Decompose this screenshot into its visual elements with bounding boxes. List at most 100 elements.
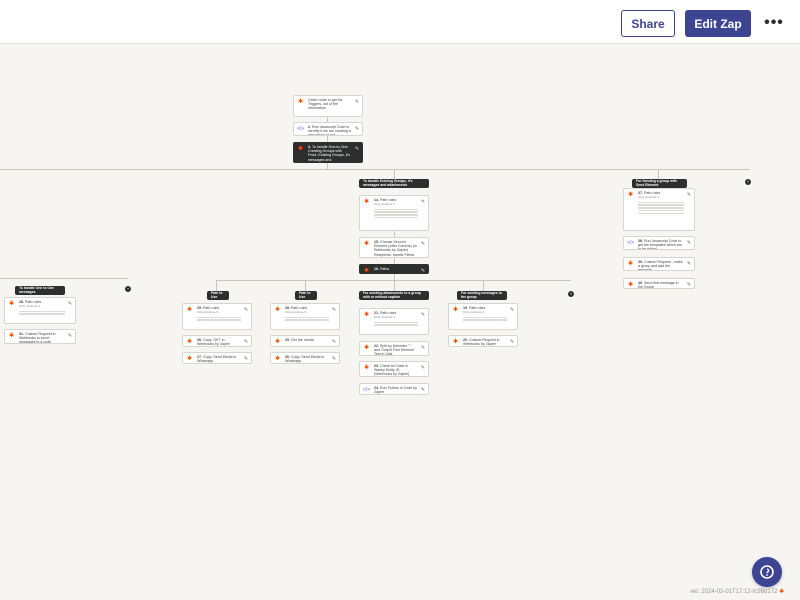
step-custom-request[interactable]: ✱ 20. Custom Request in Webhooks by Zapi… <box>448 335 518 347</box>
step-webhook-get[interactable]: ✱ 26. Copy: GET in Webhooks by Zapier ✎ <box>182 335 252 347</box>
edit-pencil-icon[interactable]: ✎ <box>420 345 426 351</box>
edit-pencil-icon[interactable]: ✎ <box>354 126 360 132</box>
help-chat-button[interactable] <box>752 557 782 587</box>
connector <box>658 169 659 179</box>
more-options-button[interactable]: ••• <box>763 13 785 33</box>
step-title: Custom Request in Webhooks by Zapier <box>463 338 500 347</box>
edit-pencil-icon[interactable]: ✎ <box>686 261 692 267</box>
edit-pencil-icon[interactable]: ✎ <box>420 312 426 318</box>
path-label-4: For sending messages to the group <box>457 291 507 300</box>
rule-lines <box>197 316 241 321</box>
step-title: Run Javascript Code to get the templates… <box>638 239 682 250</box>
rule-lines <box>374 321 418 326</box>
step-run-python[interactable]: </> 24. Run Python in Code by Zapier ✎ <box>359 383 429 395</box>
edit-pencil-icon[interactable]: ✎ <box>686 282 692 288</box>
step-title: Split by Delimiter "-" and Output First … <box>374 344 414 356</box>
step-path-rules[interactable]: ✱ 37. Path rules Only continue if... ✎ <box>623 188 695 231</box>
step-path-rules[interactable]: ✱ 25. Path rules Only continue if... ✎ <box>182 303 252 330</box>
step-catch-hook[interactable]: ✱ Catch route to get the Triggers, out o… <box>293 95 363 117</box>
path-label-center: To handle Existing Groups, it's messages… <box>359 179 429 188</box>
connector <box>305 280 306 291</box>
edit-pencil-icon[interactable]: ✎ <box>420 387 426 393</box>
code-icon: </> <box>627 240 635 246</box>
edit-pencil-icon[interactable]: ✎ <box>354 99 360 105</box>
share-button[interactable]: Share <box>621 10 675 37</box>
edit-pencil-icon[interactable]: ✎ <box>331 307 337 313</box>
step-main-paths[interactable]: ✱ 3. To handle One-to-One, Creating Grou… <box>293 142 363 163</box>
step-send-media[interactable]: ✱ 27. Copy: Send Media in Whatsapp ✎ <box>182 352 252 364</box>
add-step-dot[interactable]: + <box>568 291 574 297</box>
step-run-javascript[interactable]: </> 38. Run Javascript Code to get the t… <box>623 236 695 250</box>
paths-icon: ✱ <box>363 268 370 274</box>
edit-pencil-icon[interactable]: ✎ <box>243 307 249 313</box>
add-step-dot[interactable]: + <box>125 286 131 292</box>
step-number: 29. <box>285 338 290 342</box>
step-subtitle: Only continue if... <box>19 304 43 309</box>
paths-icon: ✱ <box>297 146 304 152</box>
edit-pencil-icon[interactable]: ✎ <box>509 307 515 313</box>
step-check-data[interactable]: ✱ 23. Check for Data in Wasby Entity ID … <box>359 361 429 377</box>
path-label-3: For sending attachments to a group with … <box>359 291 429 300</box>
step-subtitle: Only continue if... <box>285 310 309 315</box>
filter-icon: ✱ <box>274 307 281 313</box>
filter-icon: ✱ <box>452 307 459 313</box>
step-title: Send first message in the Group <box>638 281 679 289</box>
step-custom-request[interactable]: ✱ 39. Custom Request - make a group and … <box>623 257 695 271</box>
rule-lines <box>374 208 418 219</box>
filter-icon: ✱ <box>186 307 193 313</box>
add-step-dot[interactable]: + <box>745 179 751 185</box>
edit-pencil-icon[interactable]: ✎ <box>243 356 249 362</box>
step-send-first-message[interactable]: ✱ 40. Send first message in the Group ✎ <box>623 278 695 289</box>
step-send-media[interactable]: ✱ 30. Copy: Send Media in Whatsapp ✎ <box>270 352 340 364</box>
step-paths[interactable]: ✱ 16. Paths ✎ <box>359 264 429 274</box>
step-custom-request[interactable]: ✱ 31. Custom Request in Webhooks to send… <box>4 329 76 344</box>
path-label-left: To handle One to One messages <box>15 286 65 295</box>
step-path-rules[interactable]: ✱ 21. Path rules Only continue if... ✎ <box>359 308 429 335</box>
connector <box>0 278 128 279</box>
zapier-bolt-icon: ✱ <box>297 99 304 105</box>
step-title: Paths <box>380 267 390 271</box>
webhook-icon: ✱ <box>8 333 15 339</box>
edit-pencil-icon[interactable]: ✎ <box>686 192 692 198</box>
edit-pencil-icon[interactable]: ✎ <box>67 333 73 339</box>
step-path-rules[interactable]: ✱ 19. Path rules Only continue if... ✎ <box>448 303 518 330</box>
edit-pencil-icon[interactable]: ✎ <box>420 268 426 273</box>
edit-pencil-icon[interactable]: ✎ <box>509 339 515 345</box>
filter-icon: ✱ <box>363 199 370 205</box>
connector <box>394 169 395 179</box>
edit-pencil-icon[interactable]: ✎ <box>420 241 426 247</box>
edit-pencil-icon[interactable]: ✎ <box>686 240 692 246</box>
step-title: Choose Second Element (After Comma) (in … <box>374 240 417 257</box>
webhook-icon: ✱ <box>274 339 281 345</box>
step-get-media[interactable]: ✱ 29. Get the media ✎ <box>270 335 340 347</box>
step-subtitle: Only continue if... <box>638 195 662 200</box>
filter-icon: ✱ <box>363 312 370 318</box>
connector <box>483 280 484 291</box>
step-title: Custom Request in Webhooks to send messa… <box>19 332 56 344</box>
edit-zap-button[interactable]: Edit Zap <box>685 10 751 37</box>
zap-canvas[interactable]: ✱ Catch route to get the Triggers, out o… <box>0 45 800 600</box>
step-run-javascript[interactable]: </> 2. Run Javascript Code to identify i… <box>293 122 363 136</box>
path-label-1: Path to Use <box>207 291 229 300</box>
step-path-rules[interactable]: ✱ 28. Path rules Only continue if... ✎ <box>270 303 340 330</box>
connector <box>0 169 750 170</box>
step-subtitle: Only continue if... <box>463 310 487 315</box>
rule-lines <box>285 316 329 321</box>
edit-pencil-icon[interactable]: ✎ <box>331 356 337 362</box>
edit-pencil-icon[interactable]: ✎ <box>243 339 249 345</box>
edit-pencil-icon[interactable]: ✎ <box>67 301 73 307</box>
edit-pencil-icon[interactable]: ✎ <box>354 146 360 152</box>
step-path-rules[interactable]: ✱ 28. Path rules Only continue if... ✎ <box>4 297 76 324</box>
webhook-icon: ✱ <box>452 339 459 345</box>
step-choose-element[interactable]: ✱ 15. Choose Second Element (After Comma… <box>359 237 429 258</box>
step-split-delimiter[interactable]: ✱ 22. Split by Delimiter "-" and Output … <box>359 341 429 356</box>
step-path-rules[interactable]: ✱ 14. Path rules Only continue if... ✎ <box>359 195 429 231</box>
edit-pencil-icon[interactable]: ✎ <box>331 339 337 345</box>
chat-help-icon <box>760 565 774 579</box>
formatter-icon: ✱ <box>363 345 370 351</box>
edit-pencil-icon[interactable]: ✎ <box>420 199 426 205</box>
path-label-right: For Sending a group with Send Element <box>632 179 687 188</box>
step-subtitle: Only continue if... <box>374 315 398 320</box>
edit-pencil-icon[interactable]: ✎ <box>420 365 426 371</box>
step-title: Copy: Send Media in Whatsapp <box>197 355 237 364</box>
